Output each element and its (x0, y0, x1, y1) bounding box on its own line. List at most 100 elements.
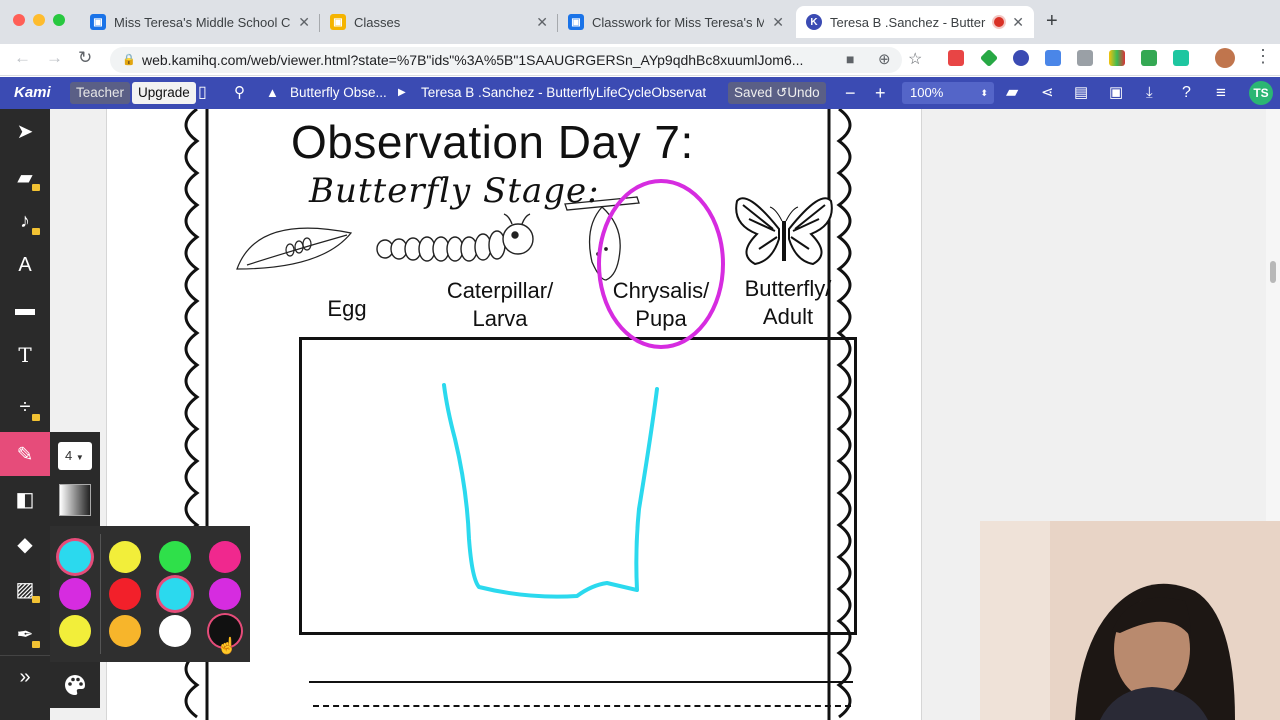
add-icon[interactable]: ⊕ (878, 50, 891, 68)
stage-label-line2: Larva (472, 306, 528, 331)
kami-extension-icon[interactable] (1013, 50, 1029, 66)
comment-icon: ▬ (15, 297, 35, 320)
stage-label-line2: Pupa (635, 306, 687, 331)
color-swatch[interactable] (209, 578, 241, 610)
menu-icon[interactable]: ≡ (1216, 77, 1226, 109)
close-tab-icon[interactable]: ✕ (536, 14, 548, 31)
recording-icon (994, 17, 1005, 27)
zoom-value: 100% (910, 85, 944, 100)
color-swatch[interactable] (59, 615, 91, 647)
scrollbar-thumb[interactable] (1270, 261, 1276, 283)
share-icon[interactable]: ⋖ (1041, 77, 1054, 109)
sidebar-toggle-icon[interactable]: ▯ (198, 77, 207, 109)
breadcrumb-folder[interactable]: Butterfly Obse... (290, 77, 387, 109)
download-icon[interactable]: ⤓ (1146, 77, 1153, 109)
writing-line-dashed (313, 705, 851, 707)
divide-icon: ÷ (19, 395, 31, 418)
stage-label-line2: Adult (762, 304, 814, 329)
dictionary-tool[interactable]: ▰ (0, 155, 50, 199)
pen-icon: ✒ (16, 623, 34, 646)
stage-label-caterpillar: Caterpillar/ Larva (425, 277, 575, 333)
worksheet-title: Observation Day 7: (291, 116, 694, 168)
color-swatch[interactable] (109, 541, 141, 573)
translate-extension-icon[interactable] (1045, 50, 1061, 66)
browser-tab[interactable]: ▣ Classes ✕ (320, 6, 558, 38)
undo-button[interactable]: ↺Undo (772, 82, 826, 104)
caterpillar-illustration (376, 213, 534, 262)
color-swatch[interactable] (59, 578, 91, 610)
upgrade-button[interactable]: Upgrade (132, 82, 196, 104)
drawing-tool[interactable]: ✎ (0, 432, 50, 476)
url-field[interactable]: 🔒 web.kamihq.com/web/viewer.html?state=%… (110, 47, 902, 73)
browser-tab-active[interactable]: K Teresa B .Sanchez - Butter ✕ (796, 6, 1034, 38)
extension-icon[interactable] (1173, 50, 1189, 66)
pen-size-value: 4 (65, 448, 73, 463)
close-tab-icon[interactable]: ✕ (298, 14, 310, 31)
image-tool[interactable]: ▨ (0, 567, 50, 611)
new-tab-icon[interactable]: + (1046, 10, 1058, 33)
comment-tool[interactable]: ▬ (0, 287, 50, 331)
back-icon[interactable]: ← (14, 48, 31, 68)
reload-icon[interactable]: ↻ (78, 48, 92, 68)
palette-icon (65, 675, 85, 695)
search-icon[interactable]: ⚲ (234, 77, 245, 109)
equation-tool[interactable]: ÷ (0, 385, 50, 429)
shapes-tool[interactable]: ◧ (0, 477, 50, 521)
stage-label-line1: Caterpillar/ (446, 278, 554, 303)
bookmark-star-icon[interactable]: ☆ (908, 49, 922, 69)
browser-menu-icon[interactable]: ⋮ (1254, 46, 1272, 67)
screenshot-extension-icon[interactable] (1077, 50, 1093, 66)
signature-tool[interactable]: ✒ (0, 612, 50, 656)
eraser-tool[interactable]: ◆ (0, 522, 50, 566)
maximize-window-button[interactable] (53, 14, 65, 26)
highlighter-icon: A (18, 253, 32, 276)
close-tab-icon[interactable]: ✕ (1012, 14, 1024, 31)
zoom-out-icon[interactable]: − (845, 77, 856, 109)
print-icon[interactable]: ▤ (1074, 77, 1088, 109)
stage-label-line1: Egg (327, 296, 367, 321)
palette-divider (100, 534, 101, 654)
document-title[interactable]: Teresa B .Sanchez - ButterflyLifeCycleOb… (421, 77, 706, 109)
text-icon: T (18, 343, 32, 367)
open-folder-icon[interactable]: ▰ (1006, 77, 1018, 109)
webcam-person (980, 521, 1280, 720)
tab-title: Teresa B .Sanchez - Butter (830, 14, 986, 30)
camera-icon[interactable]: ■ (846, 51, 854, 67)
color-swatch[interactable] (159, 615, 191, 647)
browser-tab[interactable]: ▣ Classwork for Miss Teresa's Mi ✕ (558, 6, 794, 38)
color-swatch[interactable] (59, 541, 91, 573)
text-tool[interactable]: T (0, 333, 50, 377)
drawing-box[interactable] (299, 337, 857, 635)
browser-tab[interactable]: ▣ Miss Teresa's Middle School Cl ✕ (80, 6, 320, 38)
help-icon[interactable]: ? (1182, 77, 1191, 109)
tool-sidebar: ➤ ▰ ♪ A ▬ T ÷ ✎ ◧ ◆ ▨ ✒ » (0, 109, 50, 720)
color-swatch[interactable] (159, 578, 191, 610)
extension-icon[interactable] (948, 50, 964, 66)
classroom-tab-icon: ▣ (330, 14, 346, 30)
markup-tool[interactable]: A (0, 243, 50, 287)
profile-avatar[interactable] (1215, 48, 1235, 68)
minimize-window-button[interactable] (33, 14, 45, 26)
close-window-button[interactable] (13, 14, 25, 26)
zoom-select[interactable]: 100% ⬍ (902, 82, 994, 104)
select-tool[interactable]: ➤ (0, 109, 50, 153)
pen-size-select[interactable]: 4 ▼ (58, 442, 92, 470)
expand-toolbar-button[interactable]: » (0, 655, 50, 699)
color-swatch[interactable] (159, 541, 191, 573)
opacity-gradient-button[interactable] (59, 484, 91, 516)
custom-color-button[interactable] (50, 662, 100, 708)
color-swatch[interactable] (209, 541, 241, 573)
close-tab-icon[interactable]: ✕ (772, 14, 784, 31)
forward-icon[interactable]: → (46, 48, 63, 68)
butterfly-illustration (735, 197, 833, 266)
save-icon[interactable]: ▣ (1109, 77, 1123, 109)
color-extension-icon[interactable] (1109, 50, 1125, 66)
zoom-in-icon[interactable]: + (875, 77, 886, 109)
color-swatch[interactable] (109, 615, 141, 647)
classroom-extension-icon[interactable] (1141, 50, 1157, 66)
color-swatch[interactable] (109, 578, 141, 610)
read-aloud-tool[interactable]: ♪ (0, 199, 50, 243)
classroom-tab-icon: ▣ (568, 14, 584, 30)
user-avatar[interactable]: TS (1249, 81, 1273, 105)
kami-logo: Kami (14, 84, 51, 101)
